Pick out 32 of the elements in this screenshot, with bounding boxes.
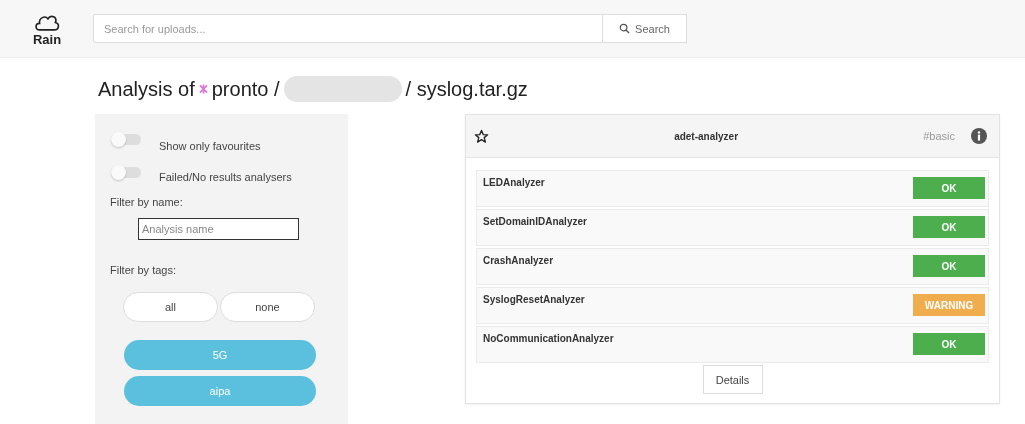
star-icon[interactable] <box>474 128 489 144</box>
status-badge: OK <box>913 177 985 199</box>
status-badge: WARNING <box>913 294 985 316</box>
page-title: Analysis of <box>98 77 195 101</box>
search-button[interactable]: Search <box>603 14 687 43</box>
search-icon <box>619 23 631 34</box>
status-badge: OK <box>913 255 985 277</box>
analyzer-name: SetDomainIDAnalyzer <box>483 216 587 227</box>
status-badge: OK <box>913 333 985 355</box>
toggle-switch[interactable] <box>111 167 141 178</box>
analyzer-tag: #basic <box>923 130 955 142</box>
search-field[interactable]: Search for uploads... <box>93 14 603 43</box>
project-icon <box>198 83 208 95</box>
info-icon[interactable] <box>971 128 987 144</box>
toggle-label: Show only favourites <box>159 140 261 152</box>
filter-tags-label: Filter by tags: <box>110 264 177 276</box>
name-filter-field[interactable]: Analysis name <box>138 218 299 240</box>
project-name: pronto / <box>211 77 280 101</box>
filter-name-label: Filter by name: <box>110 196 183 208</box>
analyzer-name: NoCommunicationAnalyzer <box>483 333 614 344</box>
analyzer-name: CrashAnalyzer <box>483 255 554 266</box>
analyzer-name: SyslogResetAnalyzer <box>483 294 585 305</box>
toggle-switch[interactable] <box>111 134 141 145</box>
analyzer-name: LEDAnalyzer <box>483 177 545 188</box>
logo-text: Rain <box>32 32 62 46</box>
toggle-label: Failed/No results analysers <box>159 171 292 183</box>
tag-filter-button[interactable]: none <box>220 292 315 322</box>
status-badge: OK <box>913 216 985 238</box>
details-button[interactable]: Details <box>702 365 763 394</box>
tag-filter-button[interactable]: all <box>123 292 218 322</box>
file-name: / syslog.tar.gz <box>405 77 528 101</box>
analyzer-title: adet-analyzer <box>673 130 740 142</box>
